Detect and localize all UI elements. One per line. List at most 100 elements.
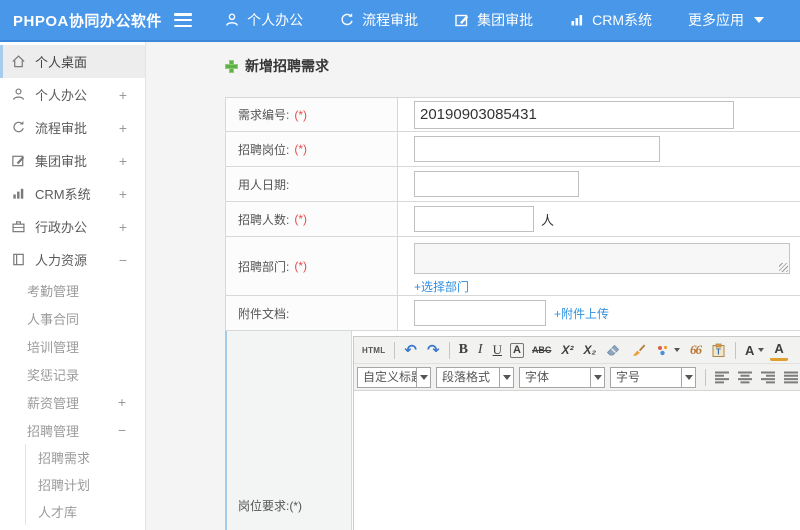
align-center-icon[interactable]	[734, 367, 755, 388]
blockquote-button[interactable]: 66	[686, 340, 705, 361]
nav-personal-office[interactable]: 个人办公	[224, 10, 303, 30]
toolbar-separator	[448, 341, 450, 359]
field-hire-date: 用人日期:	[225, 167, 800, 202]
font-style-button[interactable]: A	[509, 342, 524, 358]
field-demand-no: 需求编号: (*)	[225, 98, 800, 132]
redo-button[interactable]: ↷	[423, 340, 444, 361]
caret-down-icon	[754, 17, 764, 23]
expand-plus-icon[interactable]: +	[119, 87, 127, 103]
sidebar-item-group-approval[interactable]: 集团审批 +	[0, 144, 145, 177]
rich-text-editor: HTML ↶ ↷ B I U A ABC X² X₂ 66 T A A 自定义标…	[353, 336, 800, 530]
sidebar-item-admin-office[interactable]: 行政办公 +	[0, 210, 145, 243]
sidebar-submenu-recruit: 招聘需求 招聘计划 人才库	[25, 444, 145, 525]
sidebar-item-reward-punishment[interactable]: 奖惩记录	[0, 360, 145, 388]
paste-button[interactable]: T	[707, 340, 730, 361]
nav-crm-system[interactable]: CRM系统	[569, 10, 652, 30]
sidebar-item-talent-pool[interactable]: 人才库	[26, 498, 145, 525]
user-icon	[224, 12, 240, 28]
sidebar-item-hr-contract[interactable]: 人事合同	[0, 304, 145, 332]
resize-grip-icon[interactable]	[779, 263, 788, 272]
caret-down-icon[interactable]	[500, 366, 514, 388]
nav-label: CRM系统	[592, 12, 652, 28]
strikethrough-button[interactable]: ABC	[528, 340, 556, 361]
nav-workflow-approval[interactable]: 流程审批	[339, 10, 418, 30]
align-justify-icon[interactable]	[780, 367, 800, 388]
sidebar-item-label: 人力资源	[35, 253, 88, 268]
field-recruit-dept: 招聘部门: (*) +选择部门	[225, 237, 800, 296]
expand-plus-icon[interactable]: +	[118, 394, 126, 410]
paragraph-format-select[interactable]: 段落格式	[436, 366, 514, 388]
sidebar-item-workflow-approval[interactable]: 流程审批 +	[0, 111, 145, 144]
sidebar-item-personal-desktop[interactable]: 个人桌面	[0, 45, 145, 78]
hire-date-input[interactable]	[414, 171, 579, 197]
editor-toolbar-row2: 自定义标题 段落格式 字体 字号	[354, 364, 800, 391]
font-size-select[interactable]: 字号	[610, 366, 696, 388]
hamburger-menu-icon[interactable]	[174, 13, 193, 27]
select-dept-link[interactable]: +选择部门	[414, 278, 469, 295]
expand-plus-icon[interactable]: +	[119, 120, 127, 136]
underline-button[interactable]: U	[489, 340, 506, 361]
bar-chart-icon	[10, 186, 26, 201]
recruit-count-input[interactable]	[414, 206, 534, 232]
sidebar-item-recruit-mgmt[interactable]: 招聘管理 −	[0, 416, 145, 444]
caret-down-icon[interactable]	[591, 366, 605, 388]
collapse-minus-icon[interactable]: −	[118, 422, 126, 438]
sidebar-submenu-hr: 考勤管理 人事合同 培训管理 奖惩记录 薪资管理 + 招聘管理 − 招聘需求 招…	[0, 276, 145, 525]
sidebar-item-label: 个人桌面	[35, 55, 88, 70]
sidebar-item-human-resources[interactable]: 人力资源 −	[0, 243, 145, 276]
sidebar-item-attendance-mgmt[interactable]: 考勤管理	[0, 276, 145, 304]
html-source-button[interactable]: HTML	[358, 340, 389, 361]
sidebar-item-crm-system[interactable]: CRM系统 +	[0, 177, 145, 210]
expand-plus-icon[interactable]: +	[119, 186, 127, 202]
book-icon	[10, 252, 26, 267]
sidebar-item-personal-office[interactable]: 个人办公 +	[0, 78, 145, 111]
attachment-input[interactable]	[414, 300, 546, 326]
home-icon	[10, 54, 26, 69]
field-label: 招聘岗位:	[238, 142, 290, 157]
sidebar-item-label: 招聘计划	[38, 478, 91, 493]
bold-button[interactable]: B	[455, 340, 472, 361]
select-value: 字体	[519, 366, 591, 388]
demand-no-input[interactable]	[414, 100, 734, 129]
sidebar-item-label: 奖惩记录	[27, 367, 80, 383]
color-spray-button[interactable]	[652, 340, 684, 361]
superscript-button[interactable]: X²	[557, 340, 577, 361]
sidebar-item-label: 人事合同	[27, 311, 80, 327]
align-right-icon[interactable]	[757, 367, 778, 388]
font-family-select[interactable]: 字体	[519, 366, 605, 388]
expand-plus-icon[interactable]: +	[119, 153, 127, 169]
sidebar-item-salary-mgmt[interactable]: 薪资管理 +	[0, 388, 145, 416]
collapse-minus-icon[interactable]: −	[119, 252, 127, 268]
select-value: 段落格式	[436, 366, 500, 388]
font-color-button[interactable]: A	[741, 340, 768, 361]
undo-button[interactable]: ↶	[400, 340, 421, 361]
required-mark: (*)	[294, 259, 308, 273]
nav-group-approval[interactable]: 集团审批	[454, 10, 533, 30]
italic-button[interactable]: I	[474, 340, 487, 361]
highlight-color-button[interactable]: A	[770, 340, 788, 361]
field-position-requirements: 岗位要求: (*) HTML ↶ ↷ B I U A ABC X² X₂ 66 …	[225, 331, 800, 530]
select-value: 自定义标题	[357, 366, 417, 388]
caret-down-icon[interactable]	[682, 366, 696, 388]
unit-label: 人	[541, 212, 555, 228]
svg-text:T: T	[716, 347, 721, 356]
sidebar-item-label: 行政办公	[35, 220, 88, 235]
attachment-upload-link[interactable]: +附件上传	[554, 305, 609, 322]
recruit-position-input[interactable]	[414, 136, 660, 162]
bar-chart-icon	[569, 12, 585, 28]
sidebar-item-recruit-demand[interactable]: 招聘需求	[26, 444, 145, 471]
sidebar-item-recruit-plan[interactable]: 招聘计划	[26, 471, 145, 498]
expand-plus-icon[interactable]: +	[119, 219, 127, 235]
required-mark: (*)	[294, 212, 308, 226]
caret-down-icon[interactable]	[417, 366, 431, 388]
sidebar-item-training-mgmt[interactable]: 培训管理	[0, 332, 145, 360]
eraser-button[interactable]	[602, 340, 625, 361]
align-left-icon[interactable]	[711, 367, 732, 388]
caret-down-icon	[674, 348, 681, 352]
custom-title-select[interactable]: 自定义标题	[357, 366, 431, 388]
recruit-dept-textarea[interactable]	[414, 243, 790, 274]
nav-more-apps[interactable]: 更多应用	[688, 10, 764, 30]
format-brush-button[interactable]	[627, 340, 650, 361]
editor-content-area[interactable]	[354, 391, 800, 530]
subscript-button[interactable]: X₂	[579, 340, 600, 361]
